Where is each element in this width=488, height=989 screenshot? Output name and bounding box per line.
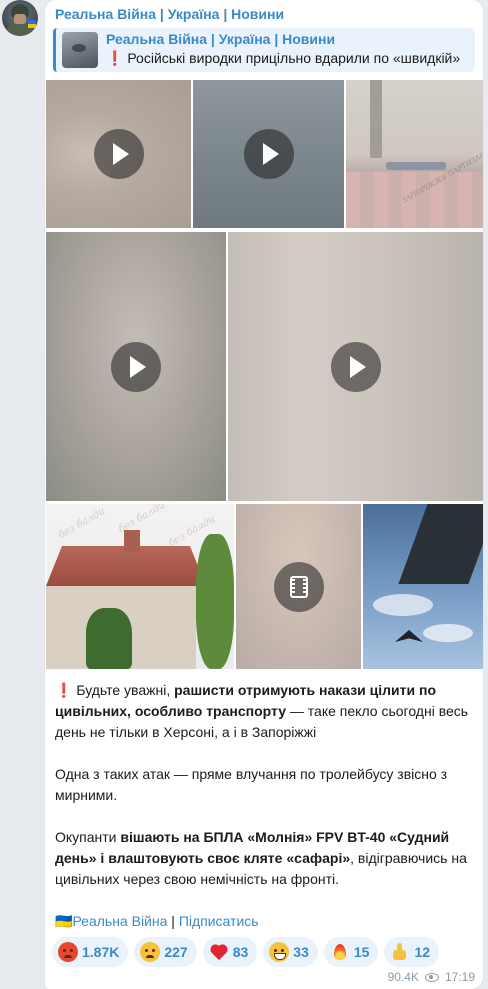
paragraph-2: Одна з таких атак — пряме влучання по тр… (55, 766, 448, 803)
tree (196, 534, 234, 669)
play-icon[interactable] (93, 129, 144, 179)
channel-link[interactable]: Реальна Війна (72, 913, 167, 929)
text-span: Окупанти (55, 829, 121, 845)
exclamation-icon: ❗ (106, 50, 124, 66)
reaction-count: 1.87K (82, 944, 120, 960)
media-video-3[interactable] (46, 232, 226, 501)
reaction-thumbs-up[interactable]: 12 (384, 937, 440, 967)
media-video-2[interactable] (193, 80, 344, 228)
ukraine-flag-emoji: 🇺🇦 (55, 913, 73, 929)
reaction-heart[interactable]: 83 (202, 937, 258, 967)
reaction-fire[interactable]: 15 (323, 937, 379, 967)
reactions-bar: 1.87K 227 83 33 15 12 (52, 937, 440, 967)
message-text: ❗ Будьте уважні, рашисти отримують наказ… (55, 680, 475, 953)
sad-face-icon (140, 942, 161, 962)
street-pavement (346, 172, 483, 228)
reply-preview[interactable]: Реальна Війна | Україна | Новини ❗ Росій… (53, 28, 475, 72)
media-photo-sky-drone[interactable] (363, 504, 483, 669)
cloud (373, 594, 433, 616)
play-icon[interactable] (111, 341, 161, 392)
street-debris (386, 162, 446, 170)
reaction-count: 33 (293, 944, 309, 960)
fire-icon (330, 942, 350, 962)
play-icon[interactable] (243, 129, 294, 179)
channel-avatar[interactable] (2, 0, 38, 36)
drone-icon (395, 630, 423, 642)
thumbs-up-icon (390, 942, 410, 962)
footer-line: 🇺🇦Реальна Війна | Підписатись (55, 911, 475, 932)
watermark-text: без балди (56, 505, 108, 542)
house-chimney (124, 530, 140, 552)
house-roof (46, 546, 206, 586)
message-bubble: Реальна Війна | Україна | Новини Реальна… (45, 0, 483, 989)
paragraph-1: ❗ Будьте уважні, рашисти отримують наказ… (55, 680, 475, 743)
reaction-count: 15 (353, 944, 370, 960)
reaction-sad[interactable]: 227 (134, 937, 197, 967)
sender-name[interactable]: Реальна Війна | Україна | Новини (55, 6, 284, 22)
message-time: 17:19 (444, 970, 475, 984)
exclamation-icon: ❗ (55, 682, 73, 698)
eye-icon (424, 972, 439, 982)
separator: | (167, 913, 179, 929)
reply-thumbnail (62, 32, 98, 68)
heart-icon (209, 942, 229, 962)
reaction-count: 12 (414, 944, 431, 960)
ukraine-flag-icon (28, 20, 36, 28)
reaction-count: 83 (232, 944, 249, 960)
media-photo-street[interactable]: ЗАПОРІЖЖЯ ПАРТИЗАНИ (346, 80, 483, 228)
media-gif[interactable] (236, 504, 361, 669)
reaction-count: 227 (164, 944, 188, 960)
reply-snippet: Російські виродки прицільно вдарили по «… (127, 50, 461, 66)
reply-title: Реальна Війна | Україна | Новини (106, 31, 336, 47)
street-pole (370, 80, 382, 158)
reaction-angry[interactable]: 1.87K (52, 937, 129, 967)
paragraph-3: Окупанти вішають на БПЛА «Молнія» FPV BT… (55, 827, 475, 890)
play-icon[interactable] (330, 341, 381, 392)
cloud (423, 624, 473, 642)
reaction-grin[interactable]: 33 (263, 937, 318, 967)
view-count: 90.4K (387, 970, 419, 984)
message-meta: 90.4K 17:19 (388, 970, 475, 984)
angry-face-icon (58, 942, 78, 962)
reply-text: ❗ Російські виродки прицільно вдарили по… (106, 50, 469, 67)
grinning-face-icon (269, 942, 290, 962)
building-edge (398, 504, 483, 584)
watermark-text: без балди (116, 504, 168, 536)
media-video-4[interactable] (228, 232, 483, 501)
tree (86, 608, 132, 669)
avatar-face (14, 14, 26, 24)
gif-film-icon[interactable] (273, 561, 324, 612)
media-video-1[interactable] (46, 80, 191, 228)
text-span: Будьте уважні, (72, 682, 175, 698)
media-photo-house[interactable]: без балди без балди без балди (46, 504, 234, 669)
subscribe-link[interactable]: Підписатись (179, 913, 259, 929)
